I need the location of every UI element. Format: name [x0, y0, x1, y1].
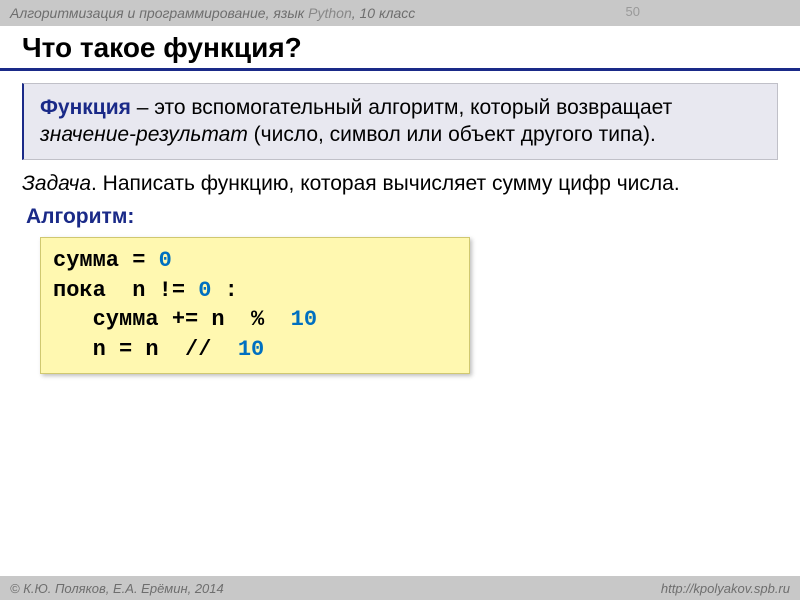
task-body: . Написать функцию, которая вычисляет су… — [91, 172, 680, 195]
slide-title: Что такое функция? — [0, 26, 800, 71]
definition-text-2: (число, символ или объект другого типа). — [248, 123, 656, 146]
course-name: Алгоритмизация и программирование, язык — [10, 5, 304, 21]
course-grade: , 10 класс — [352, 5, 416, 21]
definition-box: Функция – это вспомогательный алгоритм, … — [22, 83, 778, 160]
page-number: 50 — [626, 4, 640, 19]
task-label: Задача — [22, 172, 91, 195]
definition-text-1: – это вспомогательный алгоритм, который … — [131, 96, 672, 119]
code-line-2: пока n != 0 : — [53, 278, 238, 303]
course-language: Python — [308, 5, 352, 21]
code-line-4: n = n // 10 — [53, 337, 264, 362]
footer-url: http://kpolyakov.spb.ru — [661, 581, 790, 596]
code-line-3: сумма += n % 10 — [53, 307, 317, 332]
code-block: сумма = 0 пока n != 0 : сумма += n % 10 … — [40, 237, 470, 374]
footer-authors: © К.Ю. Поляков, Е.А. Ерёмин, 2014 — [10, 581, 224, 596]
task-text: Задача. Написать функцию, которая вычисл… — [22, 170, 778, 197]
slide-footer: © К.Ю. Поляков, Е.А. Ерёмин, 2014 http:/… — [0, 576, 800, 600]
algorithm-label: Алгоритм: — [26, 205, 778, 229]
course-title: Алгоритмизация и программирование, язык … — [10, 5, 415, 21]
slide-header: Алгоритмизация и программирование, язык … — [0, 0, 800, 26]
definition-term: Функция — [40, 96, 131, 119]
code-line-1: сумма = 0 — [53, 248, 172, 273]
definition-italic: значение-результат — [40, 123, 248, 146]
